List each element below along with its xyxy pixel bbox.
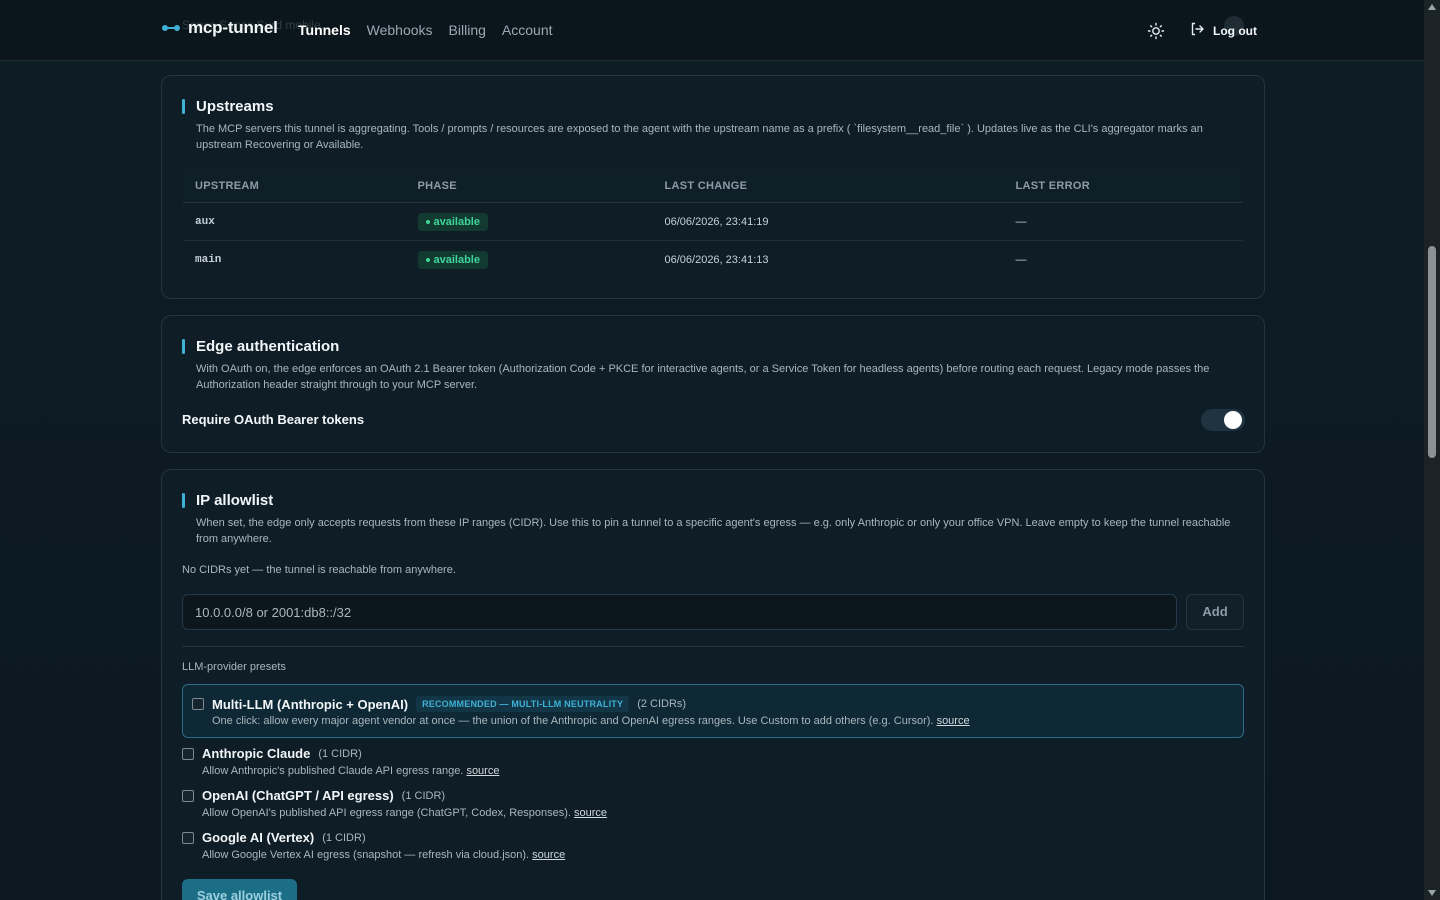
last-error: — — [1003, 202, 1243, 241]
ip-allowlist-card: IP allowlist When set, the edge only acc… — [161, 469, 1265, 900]
preset-title: Google AI (Vertex) (1 CIDR) — [202, 830, 366, 845]
cidr-count: (1 CIDR) — [318, 747, 362, 760]
preset-desc-text: Allow OpenAI's published API egress rang… — [202, 807, 571, 819]
ip-allowlist-description: When set, the edge only accepts requests… — [196, 517, 1231, 545]
logout-icon — [1189, 21, 1205, 40]
preset-name: Multi-LLM (Anthropic + OpenAI) — [212, 696, 409, 712]
preset-description: One click: allow every major agent vendo… — [212, 715, 970, 727]
source-link[interactable]: source — [574, 807, 607, 819]
preset-title: Anthropic Claude (1 CIDR) — [202, 746, 362, 761]
phase-label: available — [433, 253, 480, 266]
theme-toggle-sun-icon[interactable] — [1147, 22, 1165, 40]
brand[interactable]: mcp-tunnel — [162, 18, 278, 38]
preset-desc-text: Allow Google Vertex AI egress (snapshot … — [202, 849, 530, 861]
preset-checkbox[interactable] — [182, 832, 194, 844]
preset-title: OpenAI (ChatGPT / API egress) (1 CIDR) — [202, 788, 445, 803]
source-link[interactable]: source — [532, 849, 565, 861]
column-upstream: UPSTREAM — [183, 169, 406, 203]
preset-description: Allow Google Vertex AI egress (snapshot … — [202, 849, 565, 861]
preset-anthropic[interactable]: Anthropic Claude (1 CIDR) Allow Anthropi… — [182, 745, 1244, 783]
last-change: 06/06/2026, 23:41:13 — [664, 253, 769, 266]
preset-name: OpenAI (ChatGPT / API egress) — [202, 788, 394, 803]
phase-badge: available — [417, 212, 488, 231]
preset-title: Multi-LLM (Anthropic + OpenAI) RECOMMEND… — [212, 696, 686, 712]
last-error: — — [1015, 253, 1027, 266]
ip-allowlist-title: IP allowlist — [182, 492, 273, 509]
cidr-count: (1 CIDR) — [401, 789, 446, 802]
column-last-change: LAST CHANGE — [652, 169, 1004, 203]
preset-desc-text: Allow Anthropic's published Claude API e… — [202, 765, 464, 777]
scroll-down-arrow-icon[interactable] — [1428, 890, 1436, 896]
upstreams-title: Upstreams — [182, 98, 274, 115]
edge-auth-card: Edge authentication With OAuth on, the e… — [161, 315, 1265, 453]
preset-name: Anthropic Claude — [202, 746, 311, 761]
oauth-toggle-label: Require OAuth Bearer tokens — [182, 412, 365, 427]
upstreams-card: Upstreams The MCP servers this tunnel is… — [161, 75, 1265, 299]
recommended-badge: RECOMMENDED — MULTI-LLM NEUTRALITY — [416, 696, 630, 712]
cidr-count: (2 CIDRs) — [637, 698, 687, 710]
nav-account[interactable]: Account — [502, 22, 553, 38]
divider — [182, 646, 1244, 647]
nav-tunnels[interactable]: Tunnels — [298, 22, 351, 38]
add-cidr-button[interactable]: Add — [1186, 594, 1244, 630]
upstreams-description: The MCP servers this tunnel is aggregati… — [196, 123, 1203, 151]
upstream-name: main — [195, 253, 222, 266]
empty-cidr-note: No CIDRs yet — the tunnel is reachable f… — [182, 564, 456, 576]
preset-openai[interactable]: OpenAI (ChatGPT / API egress) (1 CIDR) A… — [182, 787, 1244, 825]
last-change: 06/06/2026, 23:41:19 — [652, 202, 1004, 241]
phase-badge: available — [417, 250, 488, 269]
main-nav: Tunnels Webhooks Billing Account — [298, 22, 553, 38]
save-allowlist-button[interactable]: Save allowlist — [182, 879, 297, 900]
source-link[interactable]: source — [466, 765, 499, 777]
brand-name: mcp-tunnel — [188, 18, 278, 37]
cidr-count: (1 CIDR) — [322, 831, 366, 844]
preset-checkbox[interactable] — [182, 748, 194, 760]
preset-multi-llm[interactable]: Multi-LLM (Anthropic + OpenAI) RECOMMEND… — [182, 684, 1244, 738]
preset-desc-text: One click: allow every major agent vendo… — [212, 715, 934, 727]
status-dot-icon — [425, 219, 430, 224]
column-last-error: LAST ERROR — [1003, 169, 1243, 203]
logout-label: Log out — [1213, 23, 1257, 38]
top-bar: Sanes Sanes Surd mobile... mcp-tunnel Tu… — [0, 0, 1424, 61]
table-header-row: UPSTREAM PHASE LAST CHANGE LAST ERROR — [183, 169, 1243, 203]
edge-auth-title: Edge authentication — [182, 338, 339, 355]
preset-description: Allow OpenAI's published API egress rang… — [202, 807, 607, 819]
presets-label: LLM-provider presets — [182, 661, 286, 673]
status-dot-icon — [425, 257, 430, 262]
phase-label: available — [433, 215, 480, 228]
preset-google[interactable]: Google AI (Vertex) (1 CIDR) Allow Google… — [182, 829, 1244, 867]
scroll-up-arrow-icon[interactable] — [1428, 4, 1436, 10]
preset-checkbox[interactable] — [192, 698, 204, 710]
upstream-name: aux — [183, 202, 406, 241]
oauth-toggle[interactable] — [1201, 409, 1245, 431]
upstreams-table: UPSTREAM PHASE LAST CHANGE LAST ERROR au… — [182, 168, 1244, 279]
preset-checkbox[interactable] — [182, 790, 194, 802]
cidr-input[interactable] — [182, 594, 1177, 630]
preset-description: Allow Anthropic's published Claude API e… — [202, 765, 499, 777]
table-row: main available 06/06/2026, 23:41:13 — — [183, 241, 1243, 279]
preset-name: Google AI (Vertex) — [202, 830, 315, 845]
tunnel-logo-icon — [162, 23, 180, 33]
nav-webhooks[interactable]: Webhooks — [367, 22, 433, 38]
logout-button[interactable]: Log out — [1189, 21, 1257, 40]
nav-billing[interactable]: Billing — [449, 22, 486, 38]
column-phase: PHASE — [405, 169, 653, 203]
page-scrollbar[interactable] — [1424, 0, 1440, 900]
scroll-thumb[interactable] — [1428, 246, 1436, 458]
toggle-knob — [1224, 411, 1242, 429]
edge-auth-description: With OAuth on, the edge enforces an OAut… — [196, 363, 1210, 391]
source-link[interactable]: source — [937, 715, 970, 727]
table-row: aux available 06/06/2026, 23:41:19 — — [183, 202, 1243, 241]
